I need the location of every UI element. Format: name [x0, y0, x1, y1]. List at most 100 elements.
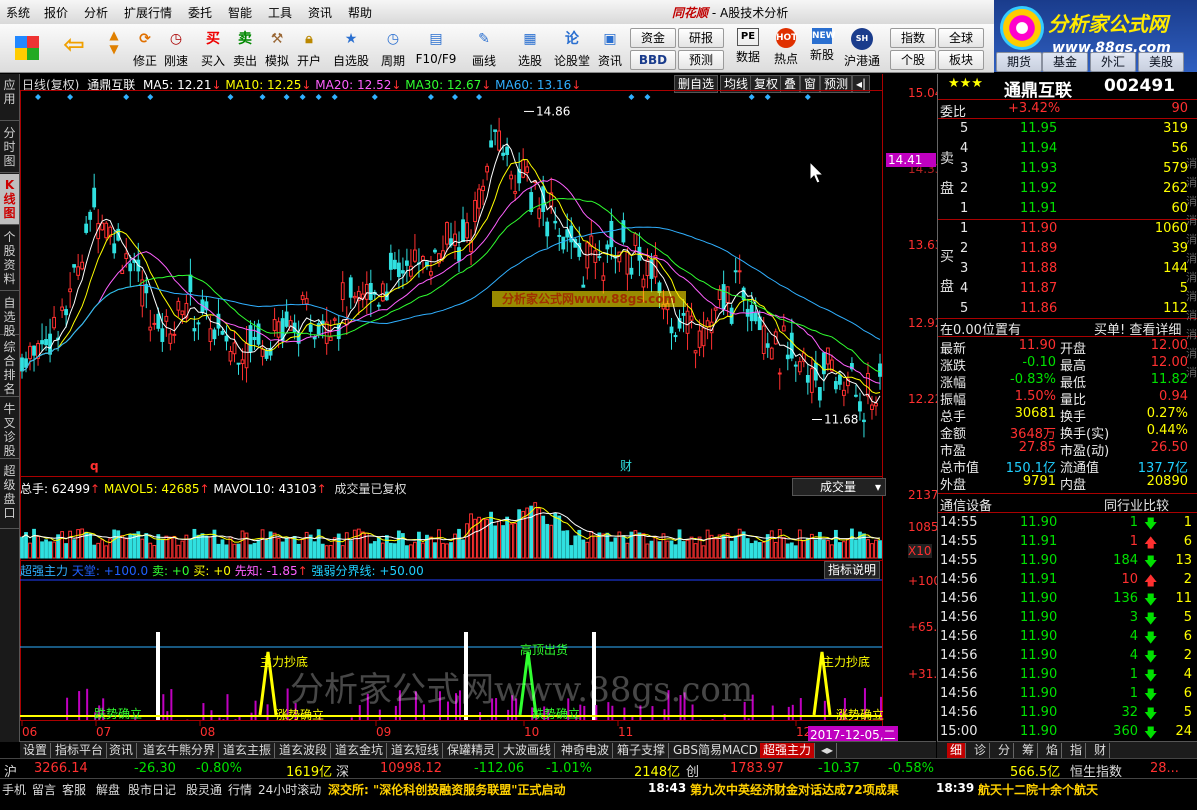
- buy-level-row[interactable]: 511.86112: [938, 301, 1197, 318]
- menu-item-analysis[interactable]: 分析: [84, 4, 108, 21]
- back-button[interactable]: ⇦: [56, 26, 92, 70]
- left-tab-0[interactable]: 应用: [0, 74, 19, 121]
- indicator-tab-1[interactable]: 指标平台: [52, 743, 107, 758]
- futures-button[interactable]: 期货: [996, 52, 1042, 72]
- left-tab-2[interactable]: K线图: [0, 174, 19, 225]
- volume-select[interactable]: 成交量 ▾: [792, 478, 886, 496]
- buy-button[interactable]: 买 买入: [198, 26, 228, 70]
- fix-button[interactable]: ⟳ 修正: [130, 26, 160, 70]
- fund-button[interactable]: 基金: [1042, 52, 1088, 72]
- sell-button[interactable]: 卖 卖出: [230, 26, 260, 70]
- quote-tab-5[interactable]: 指: [1067, 743, 1086, 758]
- quote-tab-0[interactable]: 细: [947, 743, 966, 758]
- global-button[interactable]: 全球: [938, 28, 984, 48]
- tick-row[interactable]: 14:5611.904🡇6: [938, 629, 1197, 646]
- status-item-service[interactable]: 客服: [62, 781, 86, 798]
- open-account-button[interactable]: 🔒︎ 开户: [294, 26, 324, 70]
- indicator-tab-3[interactable]: 道玄牛熊分界: [140, 743, 219, 758]
- indicator-help-button[interactable]: 指标说明: [824, 561, 880, 579]
- tick-row[interactable]: 15:0011.90360🡇24: [938, 724, 1197, 741]
- sell-level-row[interactable]: 111.9160: [938, 201, 1197, 218]
- draw-line-button[interactable]: ✎ 画线: [464, 26, 504, 70]
- hotspot-button[interactable]: HOT 热点: [770, 26, 802, 70]
- left-tab-3[interactable]: 个股资料: [0, 226, 19, 291]
- data-button[interactable]: PE 数据: [732, 26, 764, 70]
- sell-level-row[interactable]: 211.92262: [938, 181, 1197, 198]
- weibi-row[interactable]: 委比+3.42%90: [938, 101, 1197, 118]
- left-tab-6[interactable]: 牛叉诊股: [0, 398, 19, 459]
- tick-row[interactable]: 14:5611.9032🡇5: [938, 705, 1197, 722]
- buy-level-row[interactable]: 111.901060: [938, 221, 1197, 238]
- tick-row[interactable]: 14:5511.901🡇1: [938, 515, 1197, 532]
- menu-item-ext-market[interactable]: 扩展行情: [124, 4, 172, 21]
- f10-button[interactable]: ▤ F10/F9: [414, 26, 458, 70]
- status-item-commentary[interactable]: 解盘: [96, 781, 120, 798]
- stat-row[interactable]: 最新11.90开盘12.00: [938, 338, 1197, 355]
- tick-row[interactable]: 14:5511.911🡅6: [938, 534, 1197, 551]
- fund-flow-button[interactable]: 资金: [630, 28, 676, 48]
- quote-title[interactable]: ★★★通鼎互联002491: [938, 76, 1197, 98]
- stock-button[interactable]: 个股: [890, 50, 936, 70]
- news-headline[interactable]: 深交所: "深伦科创投融资服务联盟"正式启动: [328, 781, 565, 798]
- buy-level-row[interactable]: 211.8939: [938, 241, 1197, 258]
- simulate-button[interactable]: ⚒ 模拟: [262, 26, 292, 70]
- stat-row[interactable]: 总市值150.1亿流通值137.7亿: [938, 457, 1197, 474]
- indicator-tab-7[interactable]: 道玄短线: [388, 743, 443, 758]
- status-item-message[interactable]: 留言: [32, 781, 56, 798]
- trade-tab-row[interactable]: 通信设备同行业比较: [938, 495, 1197, 512]
- stat-row[interactable]: 涨幅-0.83%最低11.82: [938, 372, 1197, 389]
- nav-up-down[interactable]: ▲ ▼: [100, 26, 128, 70]
- buy-level-row[interactable]: 411.875: [938, 281, 1197, 298]
- tick-row[interactable]: 14:5611.901🡇4: [938, 667, 1197, 684]
- status-item-phone[interactable]: 手机: [2, 781, 26, 798]
- stat-row[interactable]: 市盈27.85市盈(动)26.50: [938, 440, 1197, 457]
- indicator-tab-0[interactable]: 设置: [20, 743, 51, 758]
- quote-tab-6[interactable]: 财: [1091, 743, 1110, 758]
- menu-item-trade[interactable]: 委托: [188, 4, 212, 21]
- hk-connect-button[interactable]: SH HK 沪港通: [842, 26, 882, 70]
- order-status-row[interactable]: 在0.00位置有买单! 查看详细: [938, 319, 1197, 336]
- menu-item-quote[interactable]: 报价: [44, 4, 68, 21]
- bbd-button[interactable]: BBD: [630, 50, 676, 70]
- stat-row[interactable]: 金额3648万换手(实)0.44%: [938, 423, 1197, 440]
- stat-row[interactable]: 总手30681换手0.27%: [938, 406, 1197, 423]
- left-tab-1[interactable]: 分时图: [0, 122, 19, 173]
- menu-item-news[interactable]: 资讯: [308, 4, 332, 21]
- sell-level-row[interactable]: 511.95319: [938, 121, 1197, 138]
- quote-tab-3[interactable]: 筹: [1019, 743, 1038, 758]
- indicator-tab-13[interactable]: 超强主力: [760, 743, 815, 758]
- speed-button[interactable]: ◷ 刚速: [160, 26, 192, 70]
- tick-row[interactable]: 14:5611.9110🡅2: [938, 572, 1197, 589]
- stat-row[interactable]: 涨跌-0.10最高12.00: [938, 355, 1197, 372]
- indicator-tab-5[interactable]: 道玄波段: [276, 743, 331, 758]
- news-button[interactable]: ▣ 资讯: [594, 26, 626, 70]
- stock-select-button[interactable]: ▦ 选股: [510, 26, 550, 70]
- quote-tab-1[interactable]: 诊: [971, 743, 990, 758]
- windows-icon-button[interactable]: [8, 26, 46, 70]
- indicator-tab-2[interactable]: 资讯: [106, 743, 137, 758]
- stat-row[interactable]: 振幅1.50%量比0.94: [938, 389, 1197, 406]
- forex-button[interactable]: 外汇: [1090, 52, 1136, 72]
- status-item-rolling[interactable]: 24小时滚动: [258, 781, 321, 798]
- quote-tab-4[interactable]: 焰: [1043, 743, 1062, 758]
- menu-item-system[interactable]: 系统: [6, 4, 30, 21]
- tick-row[interactable]: 14:5611.901🡇6: [938, 686, 1197, 703]
- tick-row[interactable]: 14:5611.904🡇2: [938, 648, 1197, 665]
- forum-button[interactable]: 论 论股堂: [552, 26, 592, 70]
- sell-level-row[interactable]: 411.9456: [938, 141, 1197, 158]
- left-tab-7[interactable]: 超级盘口: [0, 460, 19, 529]
- watchlist-button[interactable]: ★ 自选股: [330, 26, 372, 70]
- tick-row[interactable]: 14:5611.903🡇5: [938, 610, 1197, 627]
- forecast-button[interactable]: 预测: [678, 50, 724, 70]
- kline-chart[interactable]: 14.8611.68q财主力抄底高顶出货主力抄底跌势确立涨势确立跌势确立涨势确立…: [20, 74, 936, 742]
- tick-row[interactable]: 14:5511.90184🡇13: [938, 553, 1197, 570]
- indicator-tab-11[interactable]: 箱子支撑: [614, 743, 669, 758]
- indicator-tab-8[interactable]: 保罐精灵: [444, 743, 499, 758]
- us-stock-button[interactable]: 美股: [1138, 52, 1184, 72]
- news-headline[interactable]: 航天十二院十余个航天: [978, 781, 1098, 798]
- left-tab-4[interactable]: 自选股: [0, 292, 19, 335]
- research-button[interactable]: 研报: [678, 28, 724, 48]
- new-stock-button[interactable]: NEW 新股: [806, 26, 838, 70]
- quote-tab-2[interactable]: 分: [995, 743, 1014, 758]
- tab-scroll-icon[interactable]: ◂▸: [818, 743, 837, 758]
